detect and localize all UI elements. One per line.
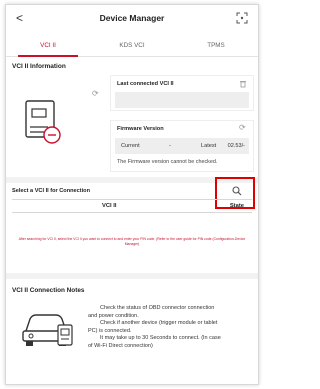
connection-notice: After searching for VCI II, select the V… — [18, 237, 246, 246]
connection-notes: Check the status of OBD connector connec… — [88, 305, 254, 351]
last-connected-title: Last connected VCI II — [117, 81, 174, 87]
current-label: Current — [121, 143, 140, 149]
refresh-icon[interactable]: ⟳ — [239, 123, 247, 132]
vci-device-icon — [25, 100, 61, 144]
firmware-note: The Firmware version cannot be checked. — [117, 159, 218, 165]
note-line: Check if another device (trigger module … — [100, 320, 218, 327]
scan-qr-icon[interactable] — [236, 12, 248, 24]
note-line: Check the status of OBD connector connec… — [100, 305, 215, 311]
notes-title: VCI II Connection Notes — [12, 287, 85, 294]
note-line: and power condition. — [88, 312, 139, 319]
vci-info-card: ⟳ Last connected VCI II Firmware Version… — [12, 75, 254, 175]
firmware-title: Firmware Version — [117, 126, 164, 132]
last-connected-value — [115, 92, 249, 108]
note-line: of Wi-Fi Direct connection) — [88, 342, 153, 349]
device-manager-window: < Device Manager VCI II KDS VCI TPMS VCI… — [5, 4, 259, 385]
tab-tpms[interactable]: TPMS — [174, 37, 258, 56]
page-title: Device Manager — [99, 13, 165, 23]
column-vci: VCI II — [102, 203, 117, 209]
connection-title: Select a VCI II for Connection — [12, 188, 91, 194]
latest-label: Latest — [201, 143, 217, 149]
car-icon — [22, 314, 73, 346]
header: < Device Manager — [6, 5, 258, 35]
vci-table-header: VCI II State — [12, 199, 252, 213]
divider — [6, 273, 258, 279]
latest-value: 02.53/- — [227, 143, 245, 149]
firmware-row: Current - Latest 02.53/- — [115, 138, 249, 154]
trash-icon[interactable] — [239, 80, 247, 88]
last-connected-box: Last connected VCI II — [110, 75, 254, 111]
tab-vci-ii[interactable]: VCI II — [6, 37, 90, 57]
note-line: It may take up to 30 Seconds to connect.… — [100, 335, 221, 342]
tab-bar: VCI II KDS VCI TPMS — [6, 37, 258, 57]
current-value: - — [169, 143, 171, 149]
vci-info-title: VCI II Information — [12, 63, 66, 70]
tab-kds-vci[interactable]: KDS VCI — [90, 37, 174, 56]
column-state: State — [229, 203, 244, 209]
firmware-box: Firmware Version ⟳ Current - Latest 02.5… — [110, 120, 254, 172]
note-line: PC) is connected. — [88, 327, 132, 334]
refresh-icon[interactable]: ⟳ — [92, 89, 99, 98]
